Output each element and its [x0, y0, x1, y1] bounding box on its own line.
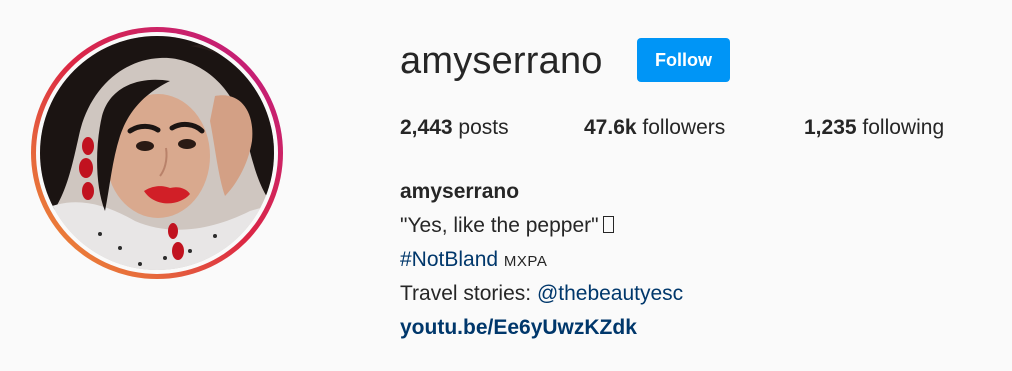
hashtag-suffix: MXPA [503, 253, 548, 270]
bio-travel-line: Travel stories: @thebeautyesc [400, 277, 683, 311]
missing-glyph-icon [602, 216, 614, 233]
followers-link[interactable]: 47.6k followers [584, 115, 725, 141]
following-count: 1,235 [804, 116, 857, 139]
hashtag-link[interactable]: #NotBland [400, 248, 498, 271]
avatar-story-ring[interactable] [31, 27, 283, 279]
profile-bio: amyserrano "Yes, like the pepper" #NotBl… [400, 175, 683, 345]
bio-link-line: youtu.be/Ee6yUwzKZdk [400, 311, 683, 345]
bio-hashtag-line: #NotBland MXPA [400, 243, 683, 277]
profile-username: amyserrano [400, 40, 603, 82]
external-link[interactable]: youtu.be/Ee6yUwzKZdk [400, 316, 637, 339]
bio-quote-line: "Yes, like the pepper" [400, 209, 683, 243]
profile-header: amyserrano Follow 2,443 posts 47.6k foll… [0, 0, 1012, 371]
followers-count: 47.6k [584, 116, 637, 139]
posts-label: posts [458, 116, 509, 139]
bio-quote: "Yes, like the pepper" [400, 214, 599, 237]
following-label: following [862, 116, 945, 139]
following-link[interactable]: 1,235 following [804, 115, 944, 141]
follow-button[interactable]: Follow [637, 38, 730, 82]
travel-prefix: Travel stories: [400, 282, 532, 305]
avatar[interactable] [40, 36, 274, 270]
mention-link[interactable]: @thebeautyesc [537, 282, 683, 305]
bio-full-name: amyserrano [400, 180, 520, 203]
followers-label: followers [642, 116, 726, 139]
posts-count: 2,443 [400, 116, 453, 139]
avatar-photo [40, 36, 274, 270]
posts-stat: 2,443 posts [400, 115, 509, 141]
